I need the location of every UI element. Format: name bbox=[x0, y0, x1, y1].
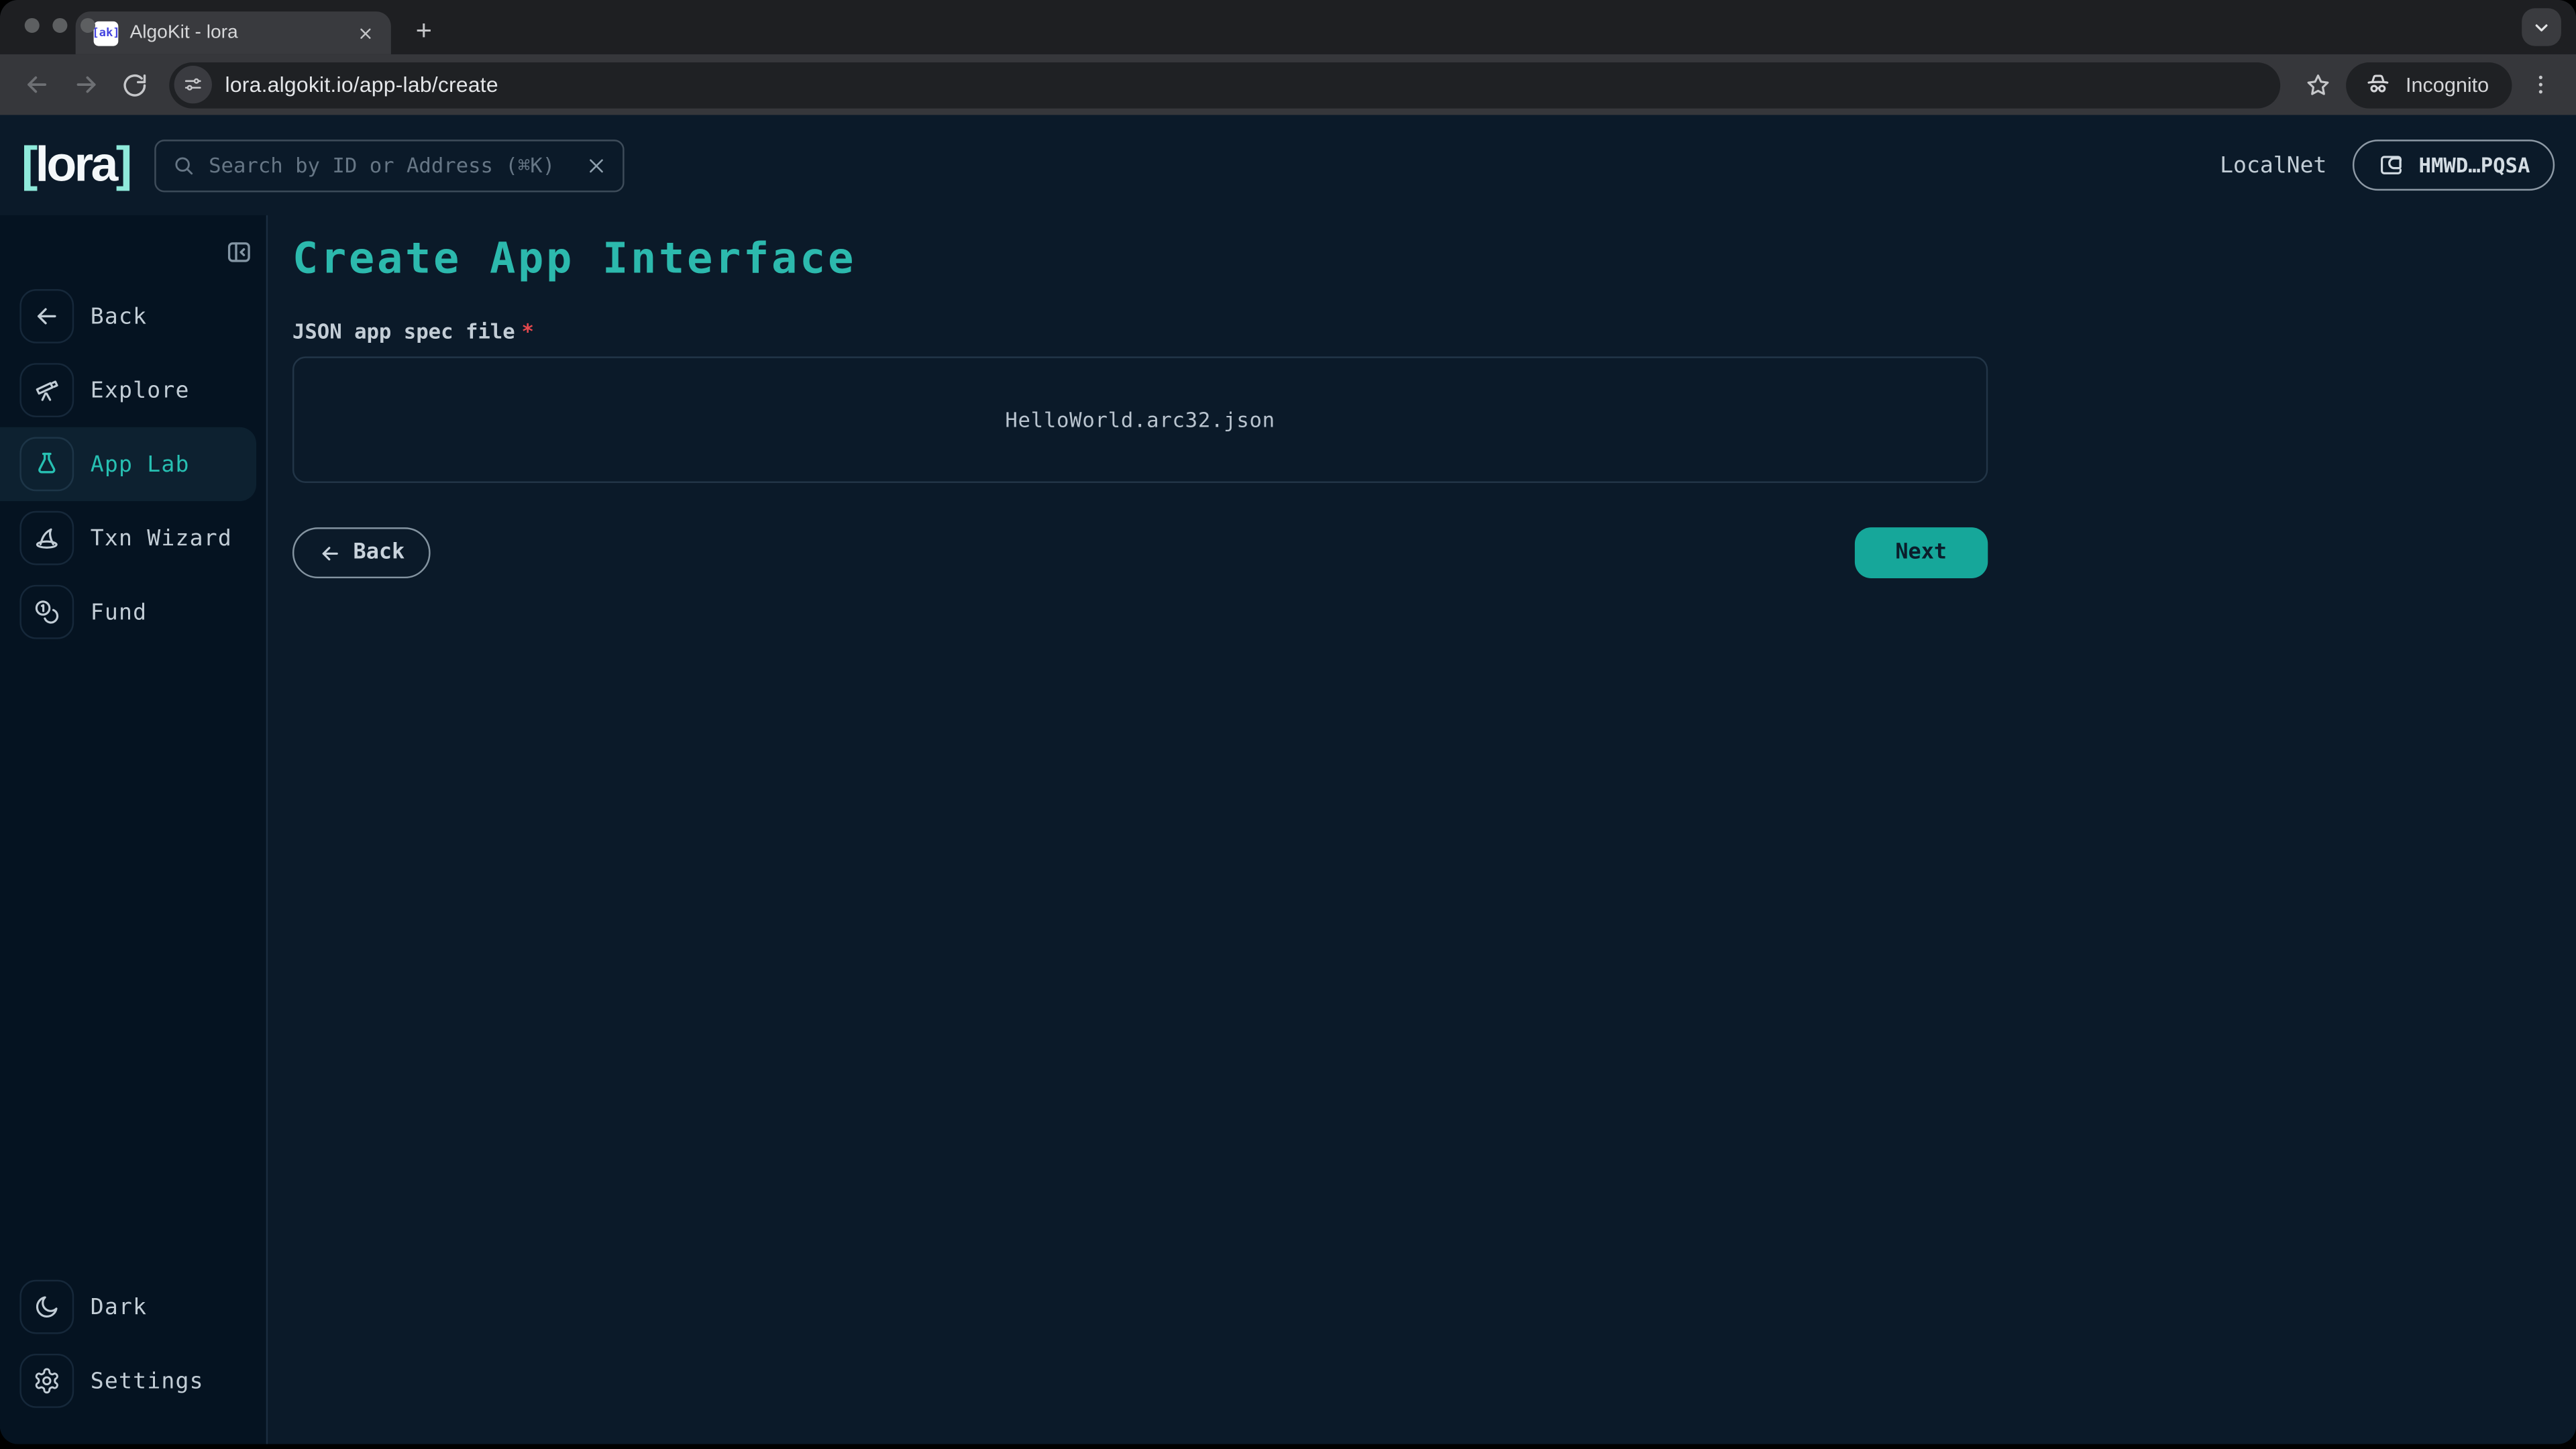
close-window-button[interactable] bbox=[25, 18, 40, 33]
sidebar-item-label: Explore bbox=[91, 377, 190, 403]
sidebar: Back Explore App Lab bbox=[0, 215, 268, 1444]
reload-icon[interactable] bbox=[113, 63, 156, 106]
back-nav-icon[interactable] bbox=[15, 63, 58, 106]
tab-search-chevron-icon[interactable] bbox=[2522, 8, 2561, 46]
zoom-window-button[interactable] bbox=[80, 18, 95, 33]
sidebar-item-back[interactable]: Back bbox=[0, 279, 266, 353]
app-body: Back Explore App Lab bbox=[0, 215, 2576, 1444]
network-label[interactable]: LocalNet bbox=[2220, 152, 2326, 178]
url-text: lora.algokit.io/app-lab/create bbox=[225, 72, 498, 97]
wizard-hat-icon bbox=[19, 511, 74, 566]
sidebar-footer: Dark Settings bbox=[0, 1206, 266, 1444]
search-icon bbox=[172, 154, 195, 176]
screen: [ak] AlgoKit - lora + bbox=[0, 0, 2576, 1449]
connected-wallet-button[interactable]: HMWD…PQSA bbox=[2353, 140, 2555, 191]
browser-window: [ak] AlgoKit - lora + bbox=[0, 0, 2576, 1444]
incognito-icon bbox=[2365, 70, 2393, 99]
sidebar-item-txn-wizard[interactable]: Txn Wizard bbox=[0, 501, 266, 575]
sidebar-item-app-lab[interactable]: App Lab bbox=[0, 427, 256, 501]
traffic-lights[interactable] bbox=[25, 18, 95, 33]
wallet-icon bbox=[2377, 151, 2406, 179]
coins-icon bbox=[19, 585, 74, 639]
sidebar-item-label: Fund bbox=[91, 599, 148, 625]
form-next-button[interactable]: Next bbox=[1854, 527, 1988, 578]
telescope-icon bbox=[19, 363, 74, 417]
browser-menu-kebab-icon[interactable] bbox=[2518, 63, 2561, 106]
app-header: [lora] LocalNet HMWD…PQSA bbox=[0, 115, 2576, 215]
moon-icon bbox=[19, 1280, 74, 1334]
lora-app: [lora] LocalNet HMWD…PQSA bbox=[0, 115, 2576, 1444]
tab-strip: [ak] AlgoKit - lora + bbox=[0, 0, 2576, 54]
bookmark-star-icon[interactable] bbox=[2297, 63, 2340, 106]
required-marker: * bbox=[521, 319, 533, 343]
form-actions: Back Next bbox=[292, 527, 1988, 578]
file-dropzone[interactable]: HelloWorld.arc32.json bbox=[292, 356, 1988, 483]
main-content: Create App Interface JSON app spec file*… bbox=[268, 215, 2576, 1444]
tab-favicon: [ak] bbox=[94, 21, 119, 46]
uploaded-file-name: HelloWorld.arc32.json bbox=[1005, 407, 1275, 432]
tab-title: AlgoKit - lora bbox=[129, 23, 341, 42]
sidebar-nav: Back Explore App Lab bbox=[0, 215, 266, 649]
page-title: Create App Interface bbox=[292, 235, 2576, 284]
incognito-label: Incognito bbox=[2406, 73, 2489, 96]
sidebar-item-label: Txn Wizard bbox=[91, 525, 232, 551]
new-tab-button[interactable]: + bbox=[404, 11, 443, 51]
header-right: LocalNet HMWD…PQSA bbox=[2220, 140, 2555, 191]
sidebar-item-label: Dark bbox=[91, 1294, 148, 1320]
sidebar-item-theme-toggle[interactable]: Dark bbox=[0, 1270, 266, 1344]
next-button-label: Next bbox=[1895, 541, 1947, 566]
gear-icon bbox=[19, 1354, 74, 1408]
sidebar-item-explore[interactable]: Explore bbox=[0, 354, 266, 427]
minimize-window-button[interactable] bbox=[52, 18, 67, 33]
arrow-left-icon bbox=[319, 541, 341, 564]
flask-icon bbox=[19, 437, 74, 491]
arrow-left-icon bbox=[19, 289, 74, 343]
form-back-button[interactable]: Back bbox=[292, 527, 431, 578]
forward-nav-icon[interactable] bbox=[64, 63, 107, 106]
sidebar-item-label: Back bbox=[91, 303, 148, 329]
field-label: JSON app spec file* bbox=[292, 319, 2576, 343]
browser-toolbar: lora.algokit.io/app-lab/create Incognito bbox=[0, 54, 2576, 115]
site-settings-icon[interactable] bbox=[174, 66, 212, 103]
search-input[interactable] bbox=[209, 153, 574, 178]
back-button-label: Back bbox=[354, 541, 405, 566]
lora-logo[interactable]: [lora] bbox=[21, 137, 130, 193]
collapse-sidebar-icon[interactable] bbox=[223, 237, 253, 266]
wallet-address: HMWD…PQSA bbox=[2419, 153, 2530, 178]
sidebar-item-label: App Lab bbox=[91, 451, 190, 477]
sidebar-item-settings[interactable]: Settings bbox=[0, 1344, 266, 1417]
url-bar[interactable]: lora.algokit.io/app-lab/create bbox=[169, 62, 2281, 108]
sidebar-item-fund[interactable]: Fund bbox=[0, 575, 266, 649]
sidebar-item-label: Settings bbox=[91, 1368, 204, 1394]
clear-search-icon[interactable] bbox=[586, 155, 606, 174]
global-search[interactable] bbox=[154, 139, 624, 191]
tab-close-icon[interactable] bbox=[354, 21, 378, 46]
browser-tab[interactable]: [ak] AlgoKit - lora bbox=[76, 11, 391, 54]
incognito-badge: Incognito bbox=[2347, 62, 2512, 108]
